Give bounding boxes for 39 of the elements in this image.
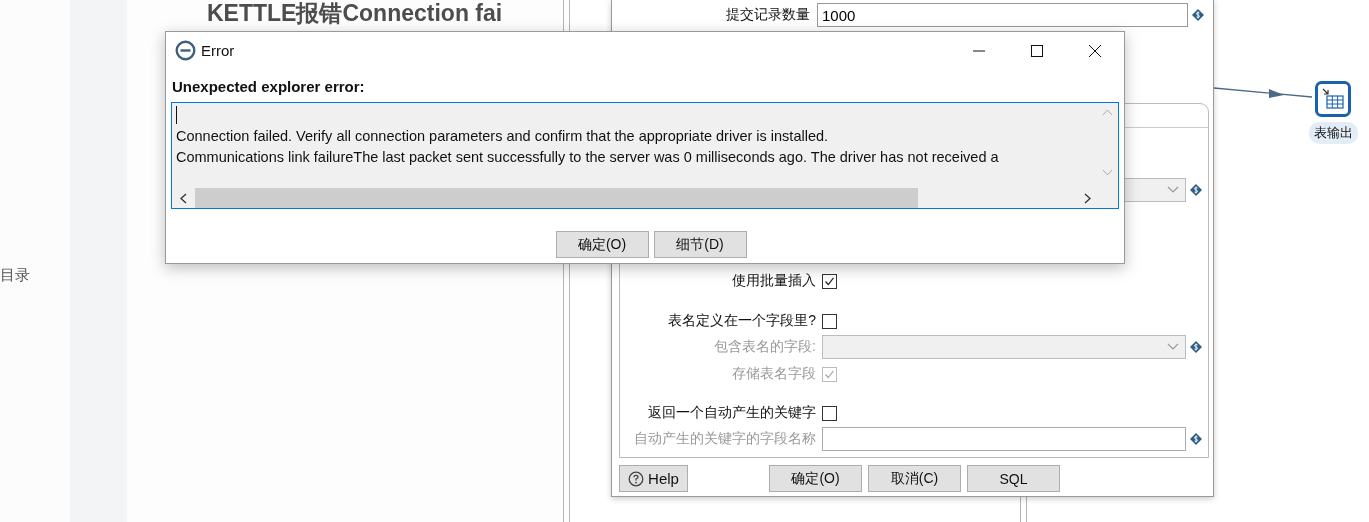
variable-icon: [1190, 184, 1202, 196]
scrollbar-thumb[interactable]: [195, 188, 918, 208]
error-icon: [175, 40, 196, 61]
dialog-button[interactable]: 确定(O): [555, 231, 649, 258]
toc-label[interactable]: 目录: [0, 266, 30, 285]
field-label: 存储表名字段: [732, 365, 816, 381]
variable-icon: [1190, 341, 1202, 353]
window-title: Error: [201, 42, 235, 59]
step-label: 表输出: [1308, 122, 1358, 144]
help-icon: [628, 470, 645, 487]
scroll-left-icon[interactable]: [180, 192, 187, 204]
table-icon[interactable]: [1315, 81, 1351, 117]
dialog-button[interactable]: 取消(C): [868, 465, 961, 492]
chevron-down-icon: [1167, 343, 1179, 351]
article-title: KETTLE报错Connection fai: [206, 0, 504, 26]
field-label: 自动产生的关键字的字段名称: [634, 430, 816, 446]
input-field[interactable]: 1000: [817, 3, 1188, 27]
variable-icon: [1192, 9, 1204, 21]
dialog-button[interactable]: SQL: [967, 465, 1060, 492]
field-label: 包含表名的字段:: [714, 338, 816, 354]
scroll-right-icon[interactable]: [1084, 192, 1091, 204]
close-icon: [1089, 44, 1101, 57]
variable-icon: [1190, 433, 1202, 445]
checkbox[interactable]: [822, 273, 837, 289]
error-message: Connection failed. Verify all connection parameters and confirm that the appropriate driver is installed.: [176, 127, 830, 146]
field-label: 表名定义在一个字段里?: [668, 312, 816, 328]
dialog-button[interactable]: 细节(D): [653, 231, 747, 258]
error-heading: Unexpected explorer error:: [171, 78, 366, 97]
chevron-down-icon: [1167, 186, 1179, 194]
message-area[interactable]: [171, 102, 1119, 209]
checkbox[interactable]: [822, 405, 837, 421]
field-label: 使用批量插入: [732, 272, 816, 288]
error-message: Communications link failureThe last packet sent successfully to the server was 0 milliseconds ago. The driver has not received a: [176, 148, 1000, 167]
dialog-button[interactable]: 确定(O): [769, 465, 862, 492]
maximize-icon: [1031, 44, 1043, 57]
help-button[interactable]: Help: [619, 465, 688, 492]
checkbox[interactable]: [822, 313, 837, 329]
field-label: 提交记录数量: [725, 6, 811, 24]
field-label: 返回一个自动产生的关键字: [648, 404, 816, 420]
